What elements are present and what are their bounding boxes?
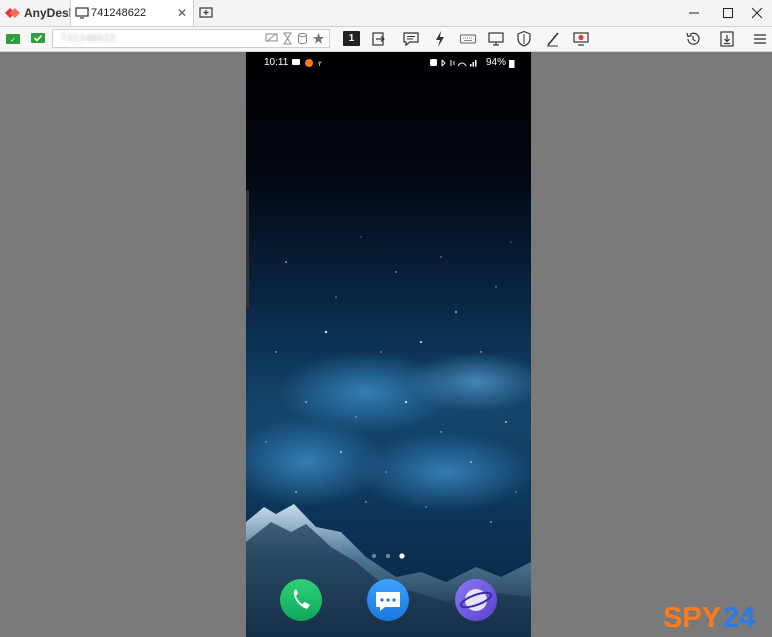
record-icon[interactable] [572, 30, 590, 48]
side-scroll-handle[interactable] [246, 190, 249, 308]
monitor-number-button[interactable]: 1 [343, 31, 360, 46]
svg-text:✓: ✓ [10, 37, 16, 44]
battery-level: 94% [486, 57, 507, 68]
battery-icon [509, 60, 515, 68]
permissions-icon[interactable] [515, 30, 533, 48]
tab-label: 741248622 [91, 7, 147, 19]
app-name: AnyDesk [24, 6, 76, 20]
window-close-icon[interactable] [746, 2, 768, 24]
remote-phone-screen[interactable]: 10:11 ۲ 94% [246, 52, 531, 637]
wallpaper-image [246, 52, 531, 637]
notification-icons: ۲ [292, 59, 322, 68]
display-icon[interactable] [265, 32, 278, 45]
switch-side-icon[interactable] [370, 30, 388, 48]
address-field[interactable]: 741248622 [52, 29, 330, 48]
svg-text:۲: ۲ [318, 61, 322, 68]
maximize-icon[interactable] [717, 2, 739, 24]
keyboard-icon[interactable] [459, 30, 477, 48]
watermark-part-b: 24 [723, 602, 755, 634]
close-icon[interactable]: ✕ [177, 5, 187, 21]
display-settings-icon[interactable] [487, 30, 505, 48]
internet-app-icon [455, 579, 497, 621]
chat-toggle-icon[interactable] [29, 30, 47, 48]
phone-app-icon [280, 579, 322, 621]
messages-app-icon [367, 579, 409, 621]
session-toolbar: ✓ 741248622 1 [0, 27, 772, 52]
monitor-icon [75, 7, 89, 19]
minimize-icon[interactable] [683, 2, 705, 24]
menu-icon[interactable] [751, 30, 769, 48]
session-tab[interactable]: 741248622 ✕ [70, 0, 194, 26]
action-icon[interactable] [431, 30, 449, 48]
anydesk-logo-icon [5, 8, 20, 18]
address-value: 741248622 [61, 33, 116, 44]
hourglass-icon[interactable] [281, 32, 294, 45]
status-icons [430, 59, 477, 67]
status-time: 10:11 [264, 57, 289, 68]
chat-icon[interactable] [402, 30, 420, 48]
star-icon[interactable] [312, 32, 325, 45]
database-icon[interactable] [296, 32, 309, 45]
spy24-logo: SPY 24 [663, 602, 755, 634]
title-bar: AnyDesk 741248622 ✕ [0, 0, 772, 27]
phone-status-bar: 10:11 ۲ 94% [246, 52, 531, 74]
file-transfer-icon[interactable] [718, 30, 736, 48]
new-tab-icon[interactable] [199, 6, 213, 20]
history-icon[interactable] [684, 30, 702, 48]
watermark-part-a: SPY [663, 602, 721, 634]
whiteboard-icon[interactable] [544, 30, 562, 48]
accept-icon[interactable]: ✓ [4, 30, 22, 48]
